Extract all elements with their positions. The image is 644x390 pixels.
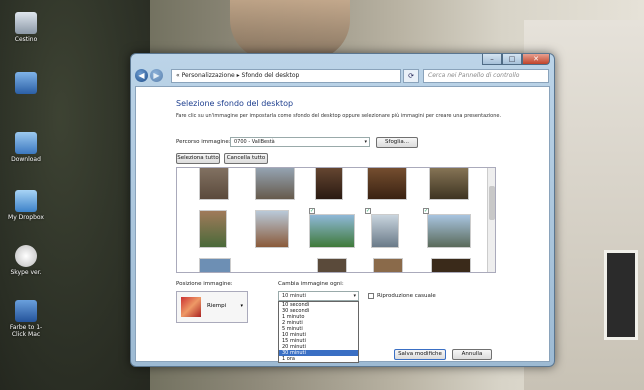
forward-button[interactable]: ▶ <box>150 69 163 82</box>
wallpaper-thumbnail[interactable] <box>429 168 469 200</box>
control-panel-window: – □ ✕ ◀ ▶ « Personalizzazione ▸ Sfondo d… <box>130 53 555 367</box>
chevron-down-icon: ▾ <box>240 303 243 309</box>
close-button[interactable]: ✕ <box>522 54 550 65</box>
browse-button[interactable]: Sfoglia... <box>376 137 418 148</box>
wallpaper-thumbnail[interactable] <box>255 168 295 200</box>
refresh-button[interactable]: ⟳ <box>403 69 419 83</box>
maximize-button[interactable]: □ <box>502 54 522 65</box>
desktop-icon-recycle-bin[interactable]: Cestino <box>6 12 46 43</box>
location-value: 0700 - VallBestà <box>234 139 275 145</box>
page-title: Selezione sfondo del desktop <box>176 99 294 108</box>
navigation-bar: ◀ ▶ « Personalizzazione ▸ Sfondo del des… <box>135 68 550 84</box>
title-bar: – □ ✕ <box>131 54 554 66</box>
desktop-icon-dropbox[interactable]: My Dropbox <box>6 190 46 221</box>
desktop-icon-label: Skype ver. <box>10 269 42 276</box>
desktop-icon-label: Cestino <box>14 36 38 43</box>
desktop-icon-skype[interactable]: Skype ver. <box>6 245 46 276</box>
shuffle-checkbox[interactable] <box>368 293 374 299</box>
save-button[interactable]: Salva modifiche <box>394 349 446 360</box>
position-label: Posizione immagine: <box>176 281 233 287</box>
wallpaper-thumbnail[interactable] <box>317 258 347 272</box>
clear-all-button[interactable]: Cancella tutto <box>224 153 268 164</box>
download-folder-icon <box>15 132 37 154</box>
address-bar[interactable]: « Personalizzazione ▸ Sfondo del desktop <box>171 69 401 83</box>
wallpaper-thumbnail[interactable] <box>199 168 229 200</box>
wallpaper-gallery: ✓ ✓ ✓ <box>176 167 496 273</box>
wallpaper-thumbnail[interactable] <box>309 214 355 248</box>
minimize-button[interactable]: – <box>482 54 502 65</box>
wallpaper-thumbnail[interactable] <box>371 214 399 248</box>
wallpaper-thumbnail[interactable] <box>427 214 471 248</box>
desktop-icon-shortcut[interactable]: Farbe to 1-Click Mac <box>6 300 46 338</box>
desktop-icon-computer[interactable] <box>6 72 46 96</box>
desktop-icon-label: Download <box>11 156 41 163</box>
shortcut-icon <box>15 300 37 322</box>
position-value: Riempi <box>207 303 227 309</box>
computer-icon <box>15 72 37 94</box>
desktop-icon-label: My Dropbox <box>8 214 44 221</box>
wallpaper-thumbnail[interactable] <box>431 258 471 272</box>
position-select[interactable]: Riempi ▾ <box>176 291 248 323</box>
chevron-down-icon: ▾ <box>353 293 356 299</box>
gallery-scrollbar[interactable] <box>487 168 495 272</box>
content-pane: Selezione sfondo del desktop Fare clic s… <box>135 86 550 363</box>
interval-dropdown-list: 10 secondi 30 secondi 1 minuto 2 minuti 5 mi… <box>278 301 359 363</box>
shuffle-label: Riproduzione casuale <box>377 293 436 299</box>
wallpaper-thumbnail[interactable] <box>373 258 403 272</box>
interval-label: Cambia immagine ogni: <box>278 281 344 287</box>
desktop-icon-download[interactable]: Download <box>6 132 46 163</box>
scrollbar-thumb[interactable] <box>489 186 495 220</box>
back-button[interactable]: ◀ <box>135 69 148 82</box>
wallpaper-thumbnail[interactable] <box>315 168 343 200</box>
wallpaper-tower <box>230 0 350 60</box>
cancel-button[interactable]: Annulla <box>452 349 492 360</box>
interval-select[interactable]: 10 minuti ▾ <box>278 291 359 301</box>
select-all-button[interactable]: Seleziona tutto <box>176 153 220 164</box>
location-select[interactable]: 0700 - VallBestà ▾ <box>230 137 370 147</box>
recycle-bin-icon <box>15 12 37 34</box>
interval-option[interactable]: 1 ora <box>279 356 358 362</box>
search-input[interactable]: Cerca nei Pannello di controllo <box>423 69 549 83</box>
wallpaper-thumbnail[interactable] <box>199 210 227 248</box>
wallpaper-window <box>604 250 638 340</box>
desktop-icon-label: Farbe to 1-Click Mac <box>9 324 43 338</box>
interval-value: 10 minuti <box>282 293 306 299</box>
location-label: Percorso immagine: <box>176 139 231 145</box>
chevron-down-icon: ▾ <box>364 139 367 145</box>
wallpaper-thumbnail[interactable] <box>199 258 231 272</box>
wallpaper-thumbnail[interactable] <box>367 168 407 200</box>
page-description: Fare clic su un'immagine per impostarla … <box>176 113 502 119</box>
position-preview-icon <box>181 297 201 317</box>
dropbox-folder-icon <box>15 190 37 212</box>
skype-icon <box>15 245 37 267</box>
wallpaper-thumbnail[interactable] <box>255 210 289 248</box>
